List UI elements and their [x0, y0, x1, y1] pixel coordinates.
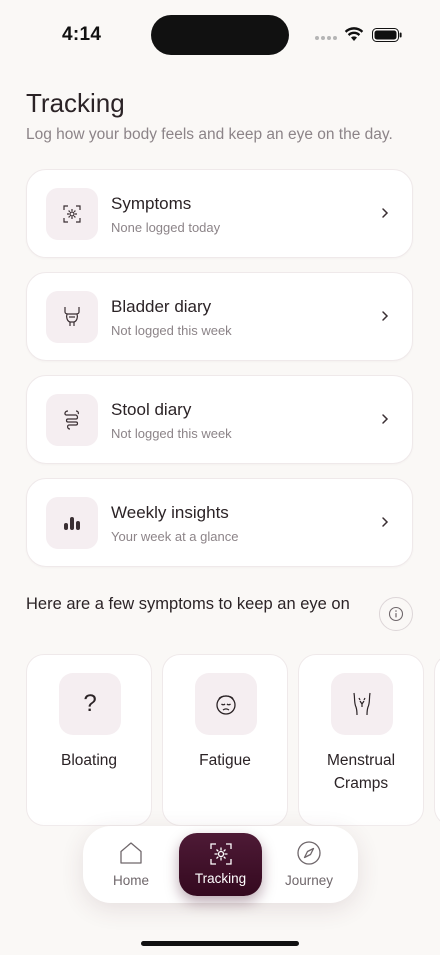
card-subtitle: None logged today	[111, 220, 221, 235]
tracking-scan-icon	[209, 843, 232, 865]
symptom-card-partial[interactable]	[434, 654, 440, 826]
symptom-label: Fatigue	[199, 752, 251, 769]
nav-journey-label: Journey	[284, 873, 334, 888]
nav-tracking[interactable]: Tracking	[179, 833, 262, 896]
question-icon: ?	[83, 690, 97, 717]
card-icon-tile	[46, 497, 98, 549]
home-indicator	[141, 941, 299, 946]
symptom-card-menstrual-cramps[interactable]: Menstrual Cramps	[298, 654, 424, 826]
pelvis-icon	[353, 692, 371, 716]
page-title: Tracking	[26, 88, 125, 118]
symptom-icon-tile	[195, 673, 257, 735]
status-bar: 4:14	[0, 0, 440, 70]
cellular-signal-icon	[315, 36, 337, 40]
tired-face-icon	[216, 695, 236, 715]
home-icon	[120, 842, 142, 864]
symptoms-scan-icon	[63, 205, 81, 223]
battery-icon	[372, 28, 402, 42]
compass-icon	[297, 841, 321, 865]
bar-chart-icon	[64, 517, 80, 530]
weekly-insights-card[interactable]: Weekly insights Your week at a glance	[26, 478, 413, 567]
bladder-diary-card[interactable]: Bladder diary Not logged this week	[26, 272, 413, 361]
symptoms-card[interactable]: Symptoms None logged today	[26, 169, 413, 258]
nav-home[interactable]: Home	[91, 826, 171, 903]
intestine-icon	[64, 410, 79, 430]
card-icon-tile	[46, 394, 98, 446]
card-subtitle: Your week at a glance	[111, 529, 239, 544]
status-time: 4:14	[62, 24, 102, 45]
symptom-card-fatigue[interactable]: Fatigue	[162, 654, 288, 826]
section-title: Here are a few symptoms to keep an eye o…	[26, 595, 350, 613]
bladder-icon	[64, 307, 80, 326]
nav-home-label: Home	[112, 873, 149, 888]
symptom-card-bloating[interactable]: ? Bloating	[26, 654, 152, 826]
nav-tracking-label: Tracking	[194, 871, 247, 886]
nav-journey[interactable]: Journey	[269, 826, 349, 903]
card-title: Stool diary	[111, 400, 192, 419]
card-title: Weekly insights	[111, 503, 229, 522]
symptom-icon-tile: ?	[59, 673, 121, 735]
dynamic-island	[151, 15, 289, 55]
chevron-right-icon	[382, 517, 389, 527]
symptom-label: Bloating	[60, 752, 117, 769]
card-title: Bladder diary	[111, 297, 212, 316]
info-button[interactable]	[379, 597, 413, 631]
card-subtitle: Not logged this week	[111, 426, 232, 441]
card-title: Symptoms	[111, 194, 192, 213]
stool-diary-card[interactable]: Stool diary Not logged this week	[26, 375, 413, 464]
symptom-label: Menstrual Cramps	[326, 752, 396, 792]
chevron-right-icon	[382, 414, 389, 424]
card-icon-tile	[46, 188, 98, 240]
card-subtitle: Not logged this week	[111, 323, 232, 338]
info-icon	[388, 606, 404, 622]
bottom-nav: Home Tracking Journey	[83, 826, 358, 903]
symptom-icon-tile	[331, 673, 393, 735]
chevron-right-icon	[382, 208, 389, 218]
chevron-right-icon	[382, 311, 389, 321]
card-icon-tile	[46, 291, 98, 343]
wifi-icon	[344, 27, 364, 41]
page-subtitle: Log how your body feels and keep an eye …	[26, 126, 393, 143]
